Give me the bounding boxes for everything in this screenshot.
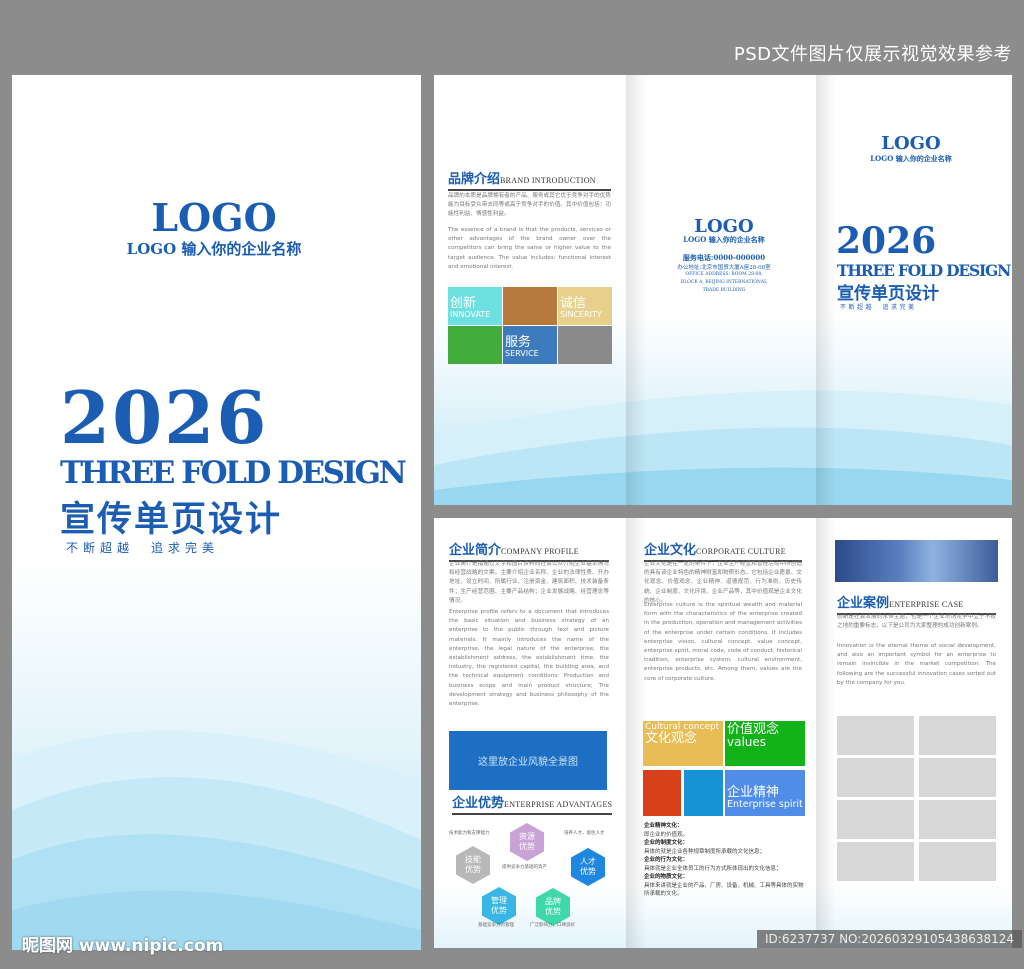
culture-list-key: 企业的行为文化： (644, 857, 689, 863)
advantage-hexagon: 人才 优势 (571, 848, 605, 886)
brand-text-en: The essence of a brand is that the produ… (448, 227, 611, 270)
brand-tile-en: INNOVATE (450, 310, 491, 319)
culture-list-key: 企业精神文化： (644, 823, 683, 829)
brand-heading: 品牌介绍BRAND INTRODUCTION (448, 168, 611, 191)
brand-tile: 服务 SERVICE (503, 326, 557, 364)
case-image-placeholder (837, 716, 914, 755)
culture-heading: 企业文化CORPORATE CULTURE (644, 539, 802, 562)
front-slogan: 不断超越 追求完美 (840, 304, 917, 311)
profile-heading: 企业简介COMPANY PROFILE (449, 539, 609, 562)
image-placeholder-text: 这里放企业风貌全景图 (478, 757, 578, 768)
culture-list-key: 企业的物质文化： (644, 874, 689, 880)
culture-text-cn: 企业文化是在一定的条件下，企业生产经营和管理活动中所创造的具有该企业特色的精神财… (644, 561, 802, 604)
advantage-label: 管理 优势 (491, 896, 507, 915)
cover-page: LOGO LOGO 输入你的企业名称 2026 THREE FOLD DESIG… (12, 75, 421, 950)
advantage-hexagon: 资源 优势 (510, 823, 544, 861)
culture-tile-en: values (727, 735, 767, 749)
watermark: 昵图网 www.nipic.com (22, 936, 224, 956)
back-phone: 服务电话:0000-000000 (682, 253, 766, 262)
cover-company: LOGO 输入你的企业名称 (126, 240, 302, 258)
front-year: 2026 (836, 220, 937, 262)
team-photo (835, 540, 998, 582)
culture-tile (643, 770, 681, 816)
advantage-label: 技能 优势 (465, 855, 481, 874)
back-logo: LOGO (694, 216, 754, 237)
inside-trifold: 企业简介COMPANY PROFILE 企业简介是指通过文字和图片资料向社会公众… (434, 518, 1012, 948)
wave-decoration (12, 731, 421, 950)
back-address-en-3: TRADE BUILDING (702, 288, 746, 293)
culture-tile: Cultural concept 文化观念 (643, 721, 723, 766)
advantage-caption: 技术能力和支撑能力 (449, 831, 490, 836)
advantage-label: 资源 优势 (519, 832, 535, 851)
cover-slogan: 不断超越 追求完美 (66, 541, 220, 555)
case-image-placeholder (919, 800, 996, 839)
advantage-caption: 基础竞争力的管理 (478, 923, 514, 928)
culture-tile: 价值观念 values (725, 721, 805, 766)
cover-logo: LOGO (151, 195, 277, 240)
advantage-label: 品牌 优势 (545, 897, 561, 916)
front-title-cn: 宣传单页设计 (837, 284, 939, 304)
case-image-placeholder (919, 758, 996, 797)
case-image-placeholder (919, 716, 996, 755)
wave-decoration (434, 390, 1012, 505)
culture-text-en: Enterprise culture is the spiritual weal… (644, 602, 802, 682)
front-company: LOGO 输入你的企业名称 (870, 154, 952, 163)
outside-trifold: 品牌介绍BRAND INTRODUCTION 品牌的本质是品牌拥有者的产品、服务… (434, 75, 1012, 505)
advantage-hexagon: 品牌 优势 (536, 888, 570, 926)
brand-tile-en: SINCERITY (560, 310, 602, 319)
profile-text-en: Enterprise profile refers to a document … (449, 609, 609, 708)
image-placeholder: 这里放企业风貌全景图 (449, 731, 607, 790)
culture-tile-cn: 文化观念 (645, 731, 698, 746)
brand-tile: 创新 INNOVATE (448, 287, 502, 325)
brand-tile: 诚信 SINCERITY (558, 287, 612, 325)
cover-year: 2026 (60, 375, 269, 460)
preview-notice: PSD文件图片仅展示视觉效果参考 (733, 44, 1012, 65)
profile-text-cn: 企业简介是指通过文字和图片资料向社会公众介绍企业基本情况和经营战略的文案。主要介… (449, 561, 609, 604)
culture-list-value: 具体的就是企业各种规章制度所承载的文化信息； (644, 848, 766, 855)
front-title-en: THREE FOLD DESIGN (837, 261, 1011, 280)
advantage-hexagon: 技能 优势 (456, 846, 490, 884)
culture-tile: 企业精神 Enterprise spirit (725, 770, 805, 816)
case-image-placeholder (919, 842, 996, 881)
culture-tile (684, 770, 723, 816)
brand-tile-cn: 服务 (505, 335, 532, 350)
front-logo: LOGO (881, 133, 941, 154)
advantage-label: 人才 优势 (580, 857, 596, 876)
case-image-placeholder (837, 758, 914, 797)
cases-text-cn: 创新是社会发展的永恒主题，也是一个企业市场竞争中立于不败之地的重要标志，以下是公… (837, 614, 996, 630)
brand-text-cn: 品牌的本质是品牌拥有者的产品、服务或其它优于竞争对手的优势能为目标受众带去同等或… (448, 193, 611, 218)
cover-title-en: THREE FOLD DESIGN (60, 455, 407, 491)
culture-tile-en: Enterprise spirit (727, 799, 803, 810)
culture-tile-cn: 企业精神 (727, 785, 780, 800)
cases-heading: 企业案例ENTERPRISE CASE (837, 592, 996, 615)
cases-text-en: Innovation is the eternal theme of socia… (837, 643, 996, 686)
case-image-placeholder (837, 800, 914, 839)
culture-list-value: 具体就是企业全体员工的行为方式所体现出的文化信息； (644, 865, 782, 872)
culture-list-value: 即企业的价值观。 (644, 831, 689, 838)
back-address-en-2: BLOCK A, BEIJING INTERNATIONAL (680, 280, 768, 285)
brand-tile (558, 326, 612, 364)
advantage-caption: 培养人才，留住人才 (564, 831, 605, 836)
brand-tile (503, 287, 557, 325)
brand-tile-cn: 诚信 (560, 296, 587, 311)
image-id-label: ID:6237737 NO:20260329105438638124 (757, 930, 1023, 948)
back-address-en-1: OFFICE ADDRESS: ROOM 28-08, (685, 272, 763, 277)
advantage-hexagon: 管理 优势 (482, 887, 516, 925)
back-address-cn: 办公地址:北京市国贸大厦A座28-08室 (677, 265, 771, 271)
case-image-placeholder (837, 842, 914, 881)
brand-tile-cn: 创新 (450, 296, 477, 311)
brand-tile-en: SERVICE (505, 349, 539, 358)
advantages-heading: 企业优势ENTERPRISE ADVANTAGES (452, 792, 612, 815)
cover-title-cn: 宣传单页设计 (60, 500, 283, 540)
culture-list-key: 企业的制度文化： (644, 840, 689, 846)
back-company: LOGO 输入你的企业名称 (683, 235, 765, 244)
advantage-caption: 广泛影响力，口碑良好 (530, 923, 575, 928)
culture-list-value: 具体来讲就是企业的产品、厂房、设备、机械、工具等具体的实物所承载的文化。 (644, 882, 804, 898)
advantage-caption: 提供竞争力基础的资产 (502, 865, 547, 870)
brand-tile (448, 326, 502, 364)
